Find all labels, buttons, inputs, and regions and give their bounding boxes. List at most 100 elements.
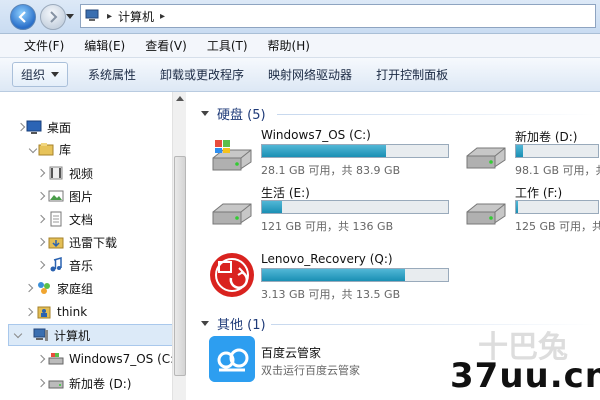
nav-thunder-download[interactable]: 迅雷下载	[48, 231, 117, 253]
drive-free-space: 121 GB 可用，共 136 GB	[261, 220, 394, 233]
nav-music-label: 音乐	[69, 258, 94, 273]
drive-usage-fill	[262, 269, 406, 281]
nav-video[interactable]: 视频	[48, 162, 93, 184]
expand-toggle[interactable]	[36, 191, 46, 201]
expand-toggle[interactable]	[36, 214, 46, 224]
nav-documents-label: 文档	[69, 212, 94, 227]
computer-icon	[85, 9, 99, 21]
app-name: 百度云管家	[261, 346, 322, 360]
system-drive-icon	[212, 140, 252, 171]
expand-toggle[interactable]	[16, 122, 26, 132]
collapse-toggle[interactable]	[28, 144, 38, 154]
drive-tile-q[interactable]: Lenovo_Recovery (Q:) 3.13 GB 可用，共 13.5 G…	[209, 252, 449, 302]
chevron-right-icon[interactable]: ▸	[160, 11, 165, 22]
organize-button[interactable]: 组织	[12, 62, 69, 87]
video-icon	[49, 166, 63, 180]
nav-drive-c-label: Windows7_OS (C:)	[69, 352, 179, 366]
drive-usage-bar	[261, 268, 449, 282]
drive-name: 工作 (F:)	[515, 186, 563, 200]
breadcrumb-computer[interactable]: 计算机	[118, 8, 154, 25]
menu-file[interactable]: 文件(F)	[24, 37, 64, 54]
nav-documents[interactable]: 文档	[48, 208, 93, 230]
map-network-drive-button[interactable]: 映射网络驱动器	[268, 66, 352, 83]
nav-homegroup[interactable]: 家庭组	[36, 277, 93, 299]
document-icon	[50, 211, 62, 227]
drive-usage-fill	[262, 201, 283, 213]
drive-usage-fill	[262, 145, 386, 157]
expand-toggle[interactable]	[36, 260, 46, 270]
drive-free-space: 28.1 GB 可用，共 83.9 GB	[261, 164, 401, 177]
nav-pictures[interactable]: 图片	[48, 185, 93, 207]
drive-name: Windows7_OS (C:)	[261, 128, 371, 142]
drive-icon	[466, 203, 506, 225]
chevron-right-icon[interactable]: ▸	[107, 11, 112, 22]
uninstall-program-button[interactable]: 卸载或更改程序	[160, 66, 244, 83]
group-header-others[interactable]: 其他 (1)	[201, 314, 266, 333]
nav-desktop[interactable]: 桌面	[26, 116, 71, 138]
nav-thunder-label: 迅雷下载	[69, 235, 118, 250]
recovery-drive-icon	[210, 253, 254, 297]
drive-tile-e[interactable]: 生活 (E:) 121 GB 可用，共 136 GB	[209, 184, 449, 234]
drive-usage-bar	[261, 144, 449, 158]
collapse-toggle[interactable]	[13, 329, 23, 339]
nav-computer-label: 计算机	[54, 328, 91, 343]
expand-toggle[interactable]	[36, 168, 46, 178]
drive-name: Lenovo_Recovery (Q:)	[261, 252, 393, 266]
open-control-panel-button[interactable]: 打开控制面板	[376, 66, 448, 83]
expand-toggle[interactable]	[36, 378, 46, 388]
menu-tools[interactable]: 工具(T)	[207, 37, 248, 54]
nav-music[interactable]: 音乐	[48, 254, 93, 276]
drive-tile-c[interactable]: Windows7_OS (C:) 28.1 GB 可用，共 83.9 GB	[209, 128, 449, 178]
drive-icon	[212, 203, 252, 225]
expand-toggle[interactable]	[24, 283, 34, 293]
user-folder-icon	[37, 306, 51, 319]
homegroup-icon	[38, 282, 50, 294]
drive-icon	[48, 380, 64, 389]
expand-toggle[interactable]	[36, 354, 46, 364]
nav-think-label: think	[57, 305, 88, 319]
drive-free-space: 98.1 GB 可用，共	[515, 164, 600, 177]
menu-bar: 文件(F) 编辑(E) 查看(V) 工具(T) 帮助(H)	[0, 34, 600, 58]
nav-desktop-label: 桌面	[47, 120, 72, 135]
menu-edit[interactable]: 编辑(E)	[84, 37, 125, 54]
group-header-disks[interactable]: 硬盘 (5)	[201, 104, 266, 123]
recent-pages-dropdown[interactable]	[66, 12, 74, 20]
system-properties-button[interactable]: 系统属性	[88, 66, 136, 83]
chevron-down-icon	[51, 72, 60, 77]
command-bar: 组织 系统属性 卸载或更改程序 映射网络驱动器 打开控制面板	[0, 58, 600, 92]
navigation-pane: 桌面 库 视频 图片 文档 迅雷下载 音乐 家庭组 think 计算机 Wind…	[0, 92, 186, 400]
menu-view[interactable]: 查看(V)	[145, 37, 187, 54]
nav-homegroup-label: 家庭组	[57, 281, 94, 296]
nav-pictures-label: 图片	[69, 189, 94, 204]
drive-tile-d[interactable]: 新加卷 (D:) 98.1 GB 可用，共	[463, 128, 600, 178]
drive-free-space: 3.13 GB 可用，共 13.5 GB	[261, 288, 401, 301]
group-disks-label: 硬盘 (5)	[217, 108, 266, 123]
address-input[interactable]: ▸ 计算机 ▸	[80, 4, 596, 28]
arrow-right-icon	[50, 11, 58, 23]
back-button[interactable]	[10, 4, 36, 30]
nav-library[interactable]: 库	[38, 138, 71, 160]
drive-tile-f[interactable]: 工作 (F:) 125 GB 可用，共	[463, 184, 600, 234]
scrollbar-thumb[interactable]	[174, 156, 186, 376]
collapse-triangle-icon	[201, 321, 209, 326]
music-icon	[50, 257, 62, 272]
nav-pane-scrollbar[interactable]	[172, 92, 186, 400]
watermark-logo: 37uu.cn	[450, 356, 600, 396]
expand-toggle[interactable]	[24, 307, 34, 317]
nav-think[interactable]: think	[36, 301, 87, 323]
nav-computer[interactable]: 计算机	[8, 324, 176, 346]
nav-drive-d-label: 新加卷 (D:)	[69, 376, 132, 391]
group-divider	[277, 114, 597, 115]
system-drive-icon	[48, 353, 64, 365]
drive-name: 新加卷 (D:)	[515, 130, 578, 144]
organize-label: 组织	[21, 68, 46, 82]
app-description: 双击运行百度云管家	[261, 364, 360, 377]
expand-toggle[interactable]	[36, 237, 46, 247]
nav-drive-d[interactable]: 新加卷 (D:)	[48, 372, 131, 394]
computer-icon	[33, 328, 48, 341]
forward-button[interactable]	[40, 4, 66, 30]
nav-drive-c[interactable]: Windows7_OS (C:)	[48, 348, 179, 370]
drive-name: 生活 (E:)	[261, 186, 310, 200]
menu-help[interactable]: 帮助(H)	[268, 37, 310, 54]
scroll-up-arrow-icon[interactable]	[176, 96, 184, 101]
